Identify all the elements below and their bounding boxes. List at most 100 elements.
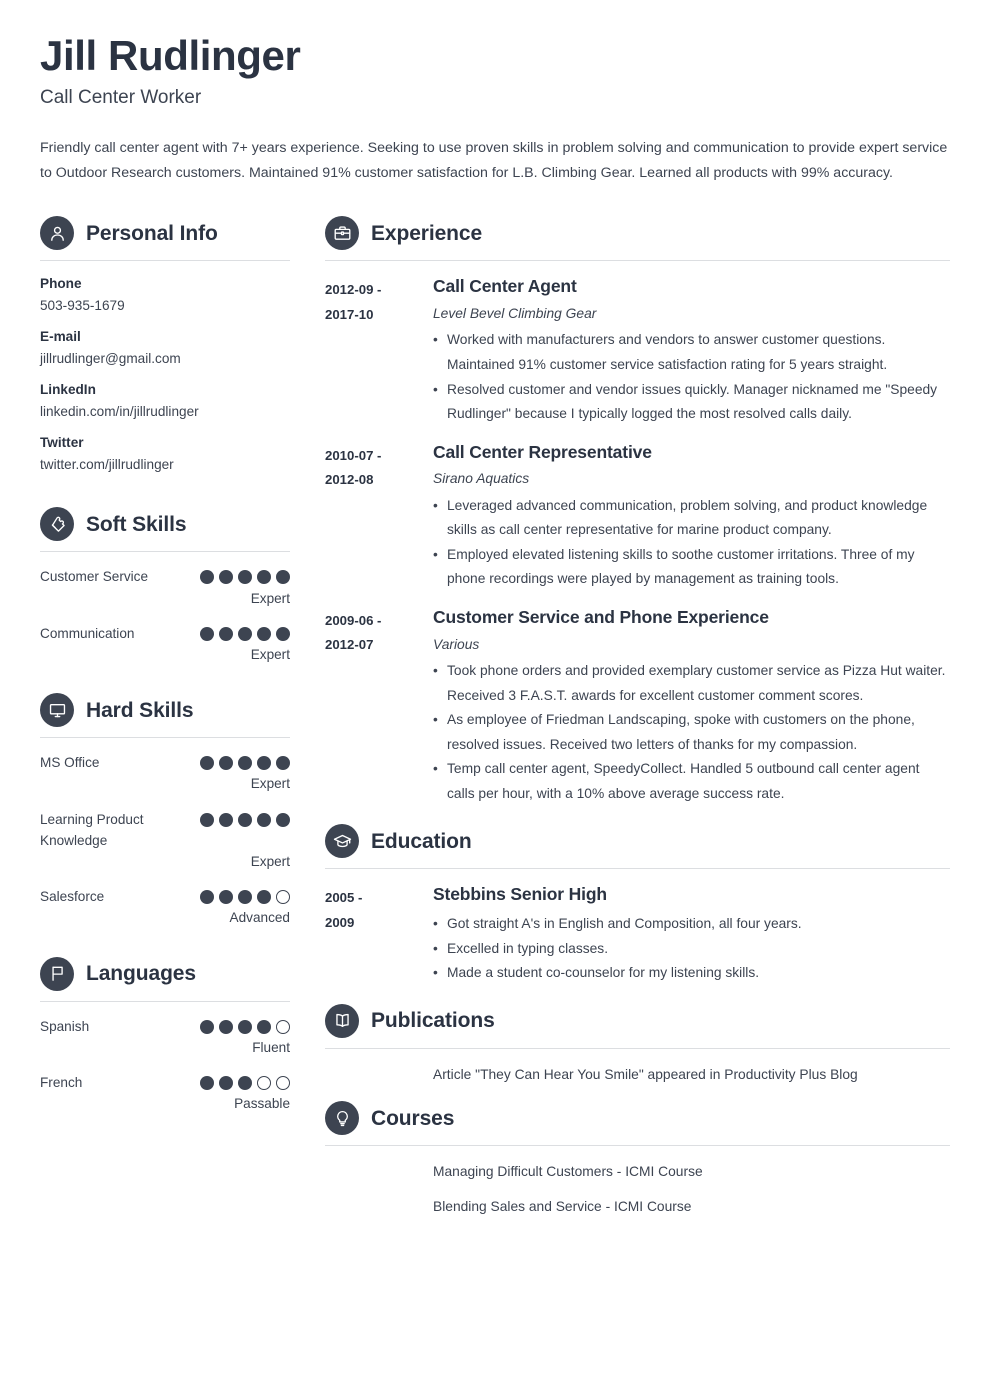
rating-dot (219, 1019, 233, 1034)
job-title: Call Center Worker (40, 87, 202, 109)
skill-level: Expert (250, 646, 290, 662)
rating-dot (238, 1076, 252, 1091)
bullet-item: Resolved customer and vendor issues quic… (433, 378, 950, 427)
section-header: Soft Skills (40, 503, 290, 542)
date-from: 2009-06 - (325, 612, 382, 628)
entry-dates: 2009-06 - 2012-07 (325, 606, 433, 658)
course-line: Managing Difficult Customers - ICMI Cour… (433, 1164, 703, 1180)
rating-dot (200, 812, 214, 827)
language-level: Fluent (252, 1039, 290, 1055)
rating-dot (276, 626, 290, 641)
rating-dot (238, 756, 252, 771)
section-publications: Publications Article "They Can Hear You … (325, 1000, 950, 1098)
entry-body: Managing Difficult Customers - ICMI Cour… (433, 1160, 950, 1229)
rating-dots (200, 752, 290, 771)
section-hard-skills: Hard Skills MS Office Expert Learning Pr… (40, 689, 290, 928)
field-label: E-mail (40, 329, 81, 345)
section-experience: Experience 2012-09 - 2017-10 Call Center… (325, 212, 950, 806)
section-title: Courses (371, 1106, 455, 1130)
list-item: Communication Expert (40, 623, 290, 665)
entry-body: Stebbins Senior High Got straight A's in… (433, 883, 950, 985)
education-entry: 2005 - 2009 Stebbins Senior High Got str… (325, 883, 950, 985)
section-divider (40, 1000, 290, 1002)
entry-company: Sirano Aquatics (433, 471, 530, 487)
languages-list: Spanish Fluent French Passable (40, 1016, 290, 1115)
page-title: Jill Rudlinger (40, 32, 301, 79)
experience-entry: 2012-09 - 2017-10 Call Center Agent Leve… (325, 275, 950, 426)
entry-bullets: Took phone orders and provided exemplary… (433, 659, 950, 806)
rating-dot (238, 812, 252, 827)
field-label: LinkedIn (40, 382, 96, 398)
language-level: Passable (234, 1096, 290, 1112)
section-divider (325, 868, 950, 870)
language-name: French (40, 1075, 83, 1091)
section-header: Languages (40, 953, 290, 991)
twitter-value: twitter.com/jillrudlinger (40, 457, 174, 473)
publications-entries: Article "They Can Hear You Smile" appear… (325, 1063, 950, 1098)
personal-info-list: Phone 503-935-1679 E-mail jillrudlinger@… (40, 275, 290, 474)
rating-dots (200, 1072, 290, 1091)
bullet-item: Took phone orders and provided exemplary… (433, 659, 950, 708)
experience-entries: 2012-09 - 2017-10 Call Center Agent Leve… (325, 275, 950, 806)
section-title: Personal Info (86, 221, 218, 245)
section-education: Education 2005 - 2009 Stebbins Senior Hi… (325, 820, 950, 985)
section-divider (325, 1047, 950, 1049)
rating-dot (276, 1019, 290, 1034)
rating-dots (200, 623, 290, 641)
summary-paragraph: Friendly call center agent with 7+ years… (40, 139, 948, 182)
entry-bullets: Leveraged advanced communication, proble… (433, 494, 950, 592)
publication-line: Article "They Can Hear You Smile" appear… (433, 1066, 858, 1082)
rating-dots (200, 886, 290, 905)
rating-dot (257, 756, 271, 771)
entry-title: Call Center Representative (433, 441, 652, 462)
date-to: 2012-07 (325, 637, 374, 653)
rating-dot (200, 570, 214, 585)
rating-dot (238, 890, 252, 905)
email-value: jillrudlinger@gmail.com (40, 351, 181, 367)
right-column: Experience 2012-09 - 2017-10 Call Center… (325, 212, 950, 1229)
section-title: Education (371, 829, 472, 853)
rating-dot (257, 890, 271, 905)
entry-body: Article "They Can Hear You Smile" appear… (433, 1063, 950, 1098)
rating-dots (200, 809, 290, 827)
entry-company: Level Bevel Climbing Gear (433, 306, 597, 322)
rating-dot (276, 812, 290, 827)
skill-name: Learning Product Knowledge (40, 811, 144, 848)
flag-icon (40, 956, 74, 991)
entry-title: Stebbins Senior High (433, 884, 607, 905)
entry-company: Various (433, 636, 480, 652)
entry-dates: 2012-09 - 2017-10 (325, 275, 433, 327)
experience-entry: 2009-06 - 2012-07 Customer Service and P… (325, 606, 950, 806)
lightbulb-icon (325, 1101, 359, 1136)
bullet-item: Excelled in typing classes. (433, 937, 950, 962)
section-title: Soft Skills (86, 512, 187, 536)
entry-body: Call Center Representative Sirano Aquati… (433, 441, 950, 592)
entry-title: Customer Service and Phone Experience (433, 606, 769, 627)
rating-dot (257, 626, 271, 641)
rating-dot (219, 756, 233, 771)
rating-dots (200, 1016, 290, 1034)
date-to: 2009 (325, 914, 355, 930)
date-from: 2010-07 - (325, 447, 382, 463)
left-column: Personal Info Phone 503-935-1679 E-mail … (40, 212, 290, 1128)
bullet-item: Made a student co-counselor for my liste… (433, 961, 950, 986)
skill-level: Expert (250, 776, 290, 792)
course-entry: Managing Difficult Customers - ICMI Cour… (325, 1160, 950, 1229)
skill-name: MS Office (40, 755, 100, 771)
section-header: Education (325, 820, 950, 859)
skill-level: Expert (250, 853, 290, 869)
list-item: French Passable (40, 1072, 290, 1114)
section-header: Personal Info (40, 212, 290, 251)
entry-dates-spacer (325, 1160, 433, 1163)
section-title: Publications (371, 1009, 495, 1033)
rating-dot (219, 570, 233, 585)
entry-dates: 2005 - 2009 (325, 883, 433, 935)
entry-body: Call Center Agent Level Bevel Climbing G… (433, 275, 950, 426)
entry-bullets: Got straight A's in English and Composit… (433, 912, 950, 986)
skill-level: Expert (250, 590, 290, 606)
date-to: 2017-10 (325, 306, 374, 322)
linkedin-value: linkedin.com/in/jillrudlinger (40, 404, 199, 420)
experience-entry: 2010-07 - 2012-08 Call Center Representa… (325, 441, 950, 592)
section-header: Courses (325, 1097, 950, 1136)
rating-dot (238, 626, 252, 641)
